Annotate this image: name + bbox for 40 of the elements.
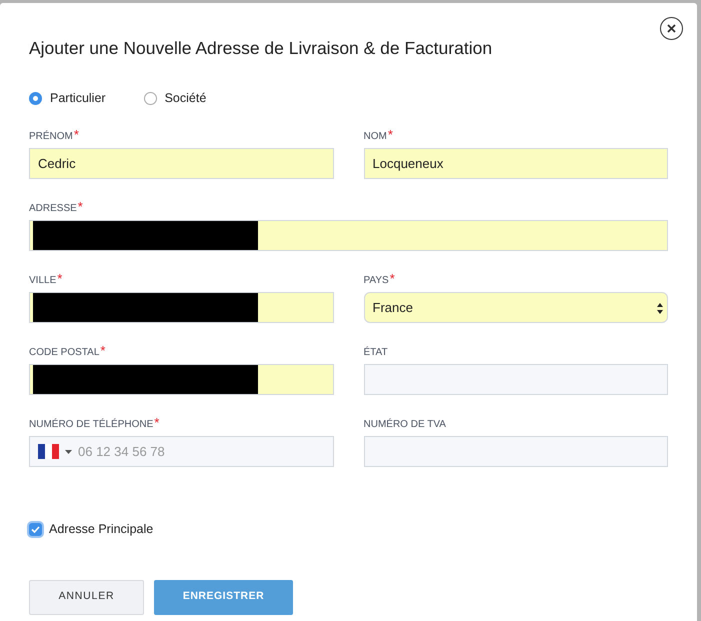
field-label: CODE POSTAL: [29, 346, 100, 360]
close-button[interactable]: [660, 17, 683, 40]
required-mark: *: [390, 273, 395, 285]
cancel-button[interactable]: ANNULER: [29, 580, 144, 615]
radio-option[interactable]: Particulier: [29, 88, 106, 108]
field-label: NUMÉRO DE TÉLÉPHONE: [29, 417, 154, 432]
close-icon: [667, 24, 676, 33]
field-label: PRÉNOM: [29, 129, 73, 144]
dialog-title: Ajouter une Nouvelle Adresse de Livraison & de Facturation: [29, 37, 494, 59]
required-mark: *: [57, 273, 62, 285]
required-mark: *: [100, 345, 106, 357]
caret-icon[interactable]: [65, 450, 72, 454]
radio-selected[interactable]: [29, 92, 42, 104]
field-label: NUMÉRO DE TVA: [364, 417, 446, 432]
text-field[interactable]: [29, 292, 334, 323]
flag-icon: [38, 444, 59, 459]
required-mark: *: [154, 417, 160, 429]
field-label: ÉTAT: [364, 345, 388, 360]
required-mark: *: [388, 129, 393, 141]
country-select[interactable]: France: [364, 292, 668, 323]
required-mark: *: [78, 201, 83, 213]
check-icon: [31, 526, 40, 533]
field-label: VILLE: [29, 274, 56, 288]
text-field[interactable]: Locqueneux: [364, 148, 668, 179]
required-mark: *: [74, 129, 79, 141]
text-field[interactable]: [364, 436, 668, 467]
checkbox[interactable]: [29, 522, 42, 536]
text-field[interactable]: [364, 364, 668, 395]
phone-field[interactable]: 06 12 34 56 78: [29, 436, 334, 467]
text-field[interactable]: [29, 220, 668, 251]
radio-option[interactable]: Société: [144, 88, 206, 108]
field-label: PAYS: [364, 274, 389, 288]
phone-input[interactable]: 06 12 34 56 78: [78, 442, 324, 462]
sort-arrows-icon: [657, 303, 663, 314]
field-label: NOM: [364, 130, 387, 144]
radio-unselected[interactable]: [144, 92, 157, 104]
field-label: ADRESSE: [29, 202, 77, 216]
text-field[interactable]: [29, 364, 334, 395]
checkbox-option[interactable]: Adresse Principale: [29, 520, 668, 539]
text-field[interactable]: Cedric: [29, 148, 334, 179]
